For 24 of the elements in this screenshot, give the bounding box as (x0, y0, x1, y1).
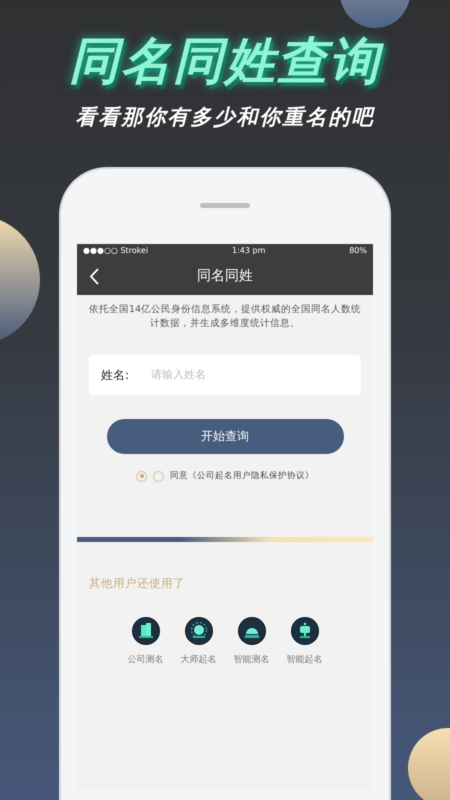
section-title: 其他用户还使用了 (89, 576, 186, 591)
feature-label: 大师起名 (180, 654, 216, 666)
name-field[interactable]: 姓名: 请输入姓名 (89, 355, 361, 395)
time-text: 1:43 pm (232, 246, 266, 255)
speaker-slot (200, 203, 250, 208)
radio-button[interactable] (153, 470, 164, 482)
radio-button[interactable] (136, 470, 147, 482)
back-icon[interactable] (89, 268, 99, 285)
subheadline: 看看那你有多少和你重名的吧 (76, 104, 374, 131)
nav-title: 同名同姓 (197, 267, 253, 285)
building-icon[interactable] (132, 617, 160, 645)
name-input[interactable]: 请输入姓名 (149, 368, 349, 382)
feature-label: 智能测名 (234, 654, 270, 666)
description-text: 依托全国14亿公民身份信息系统，提供权威的全国同名人数统计数据，并生成多维度统计信息。 (88, 303, 362, 331)
feature-label: 智能起名 (286, 654, 322, 666)
carrier-text: ●●●○○ Strokei (83, 246, 148, 255)
agreement-text: 同意《公司起名用户隐私保护协议》 (170, 470, 314, 482)
sun-icon[interactable] (184, 617, 212, 645)
feature-label: 公司测名 (128, 654, 164, 666)
battery-text: 80% (349, 246, 367, 255)
search-button[interactable]: 开始查询 (106, 419, 344, 454)
field-label: 姓名: (101, 366, 130, 384)
robot-icon[interactable] (290, 617, 318, 645)
dome-icon[interactable] (238, 617, 266, 645)
